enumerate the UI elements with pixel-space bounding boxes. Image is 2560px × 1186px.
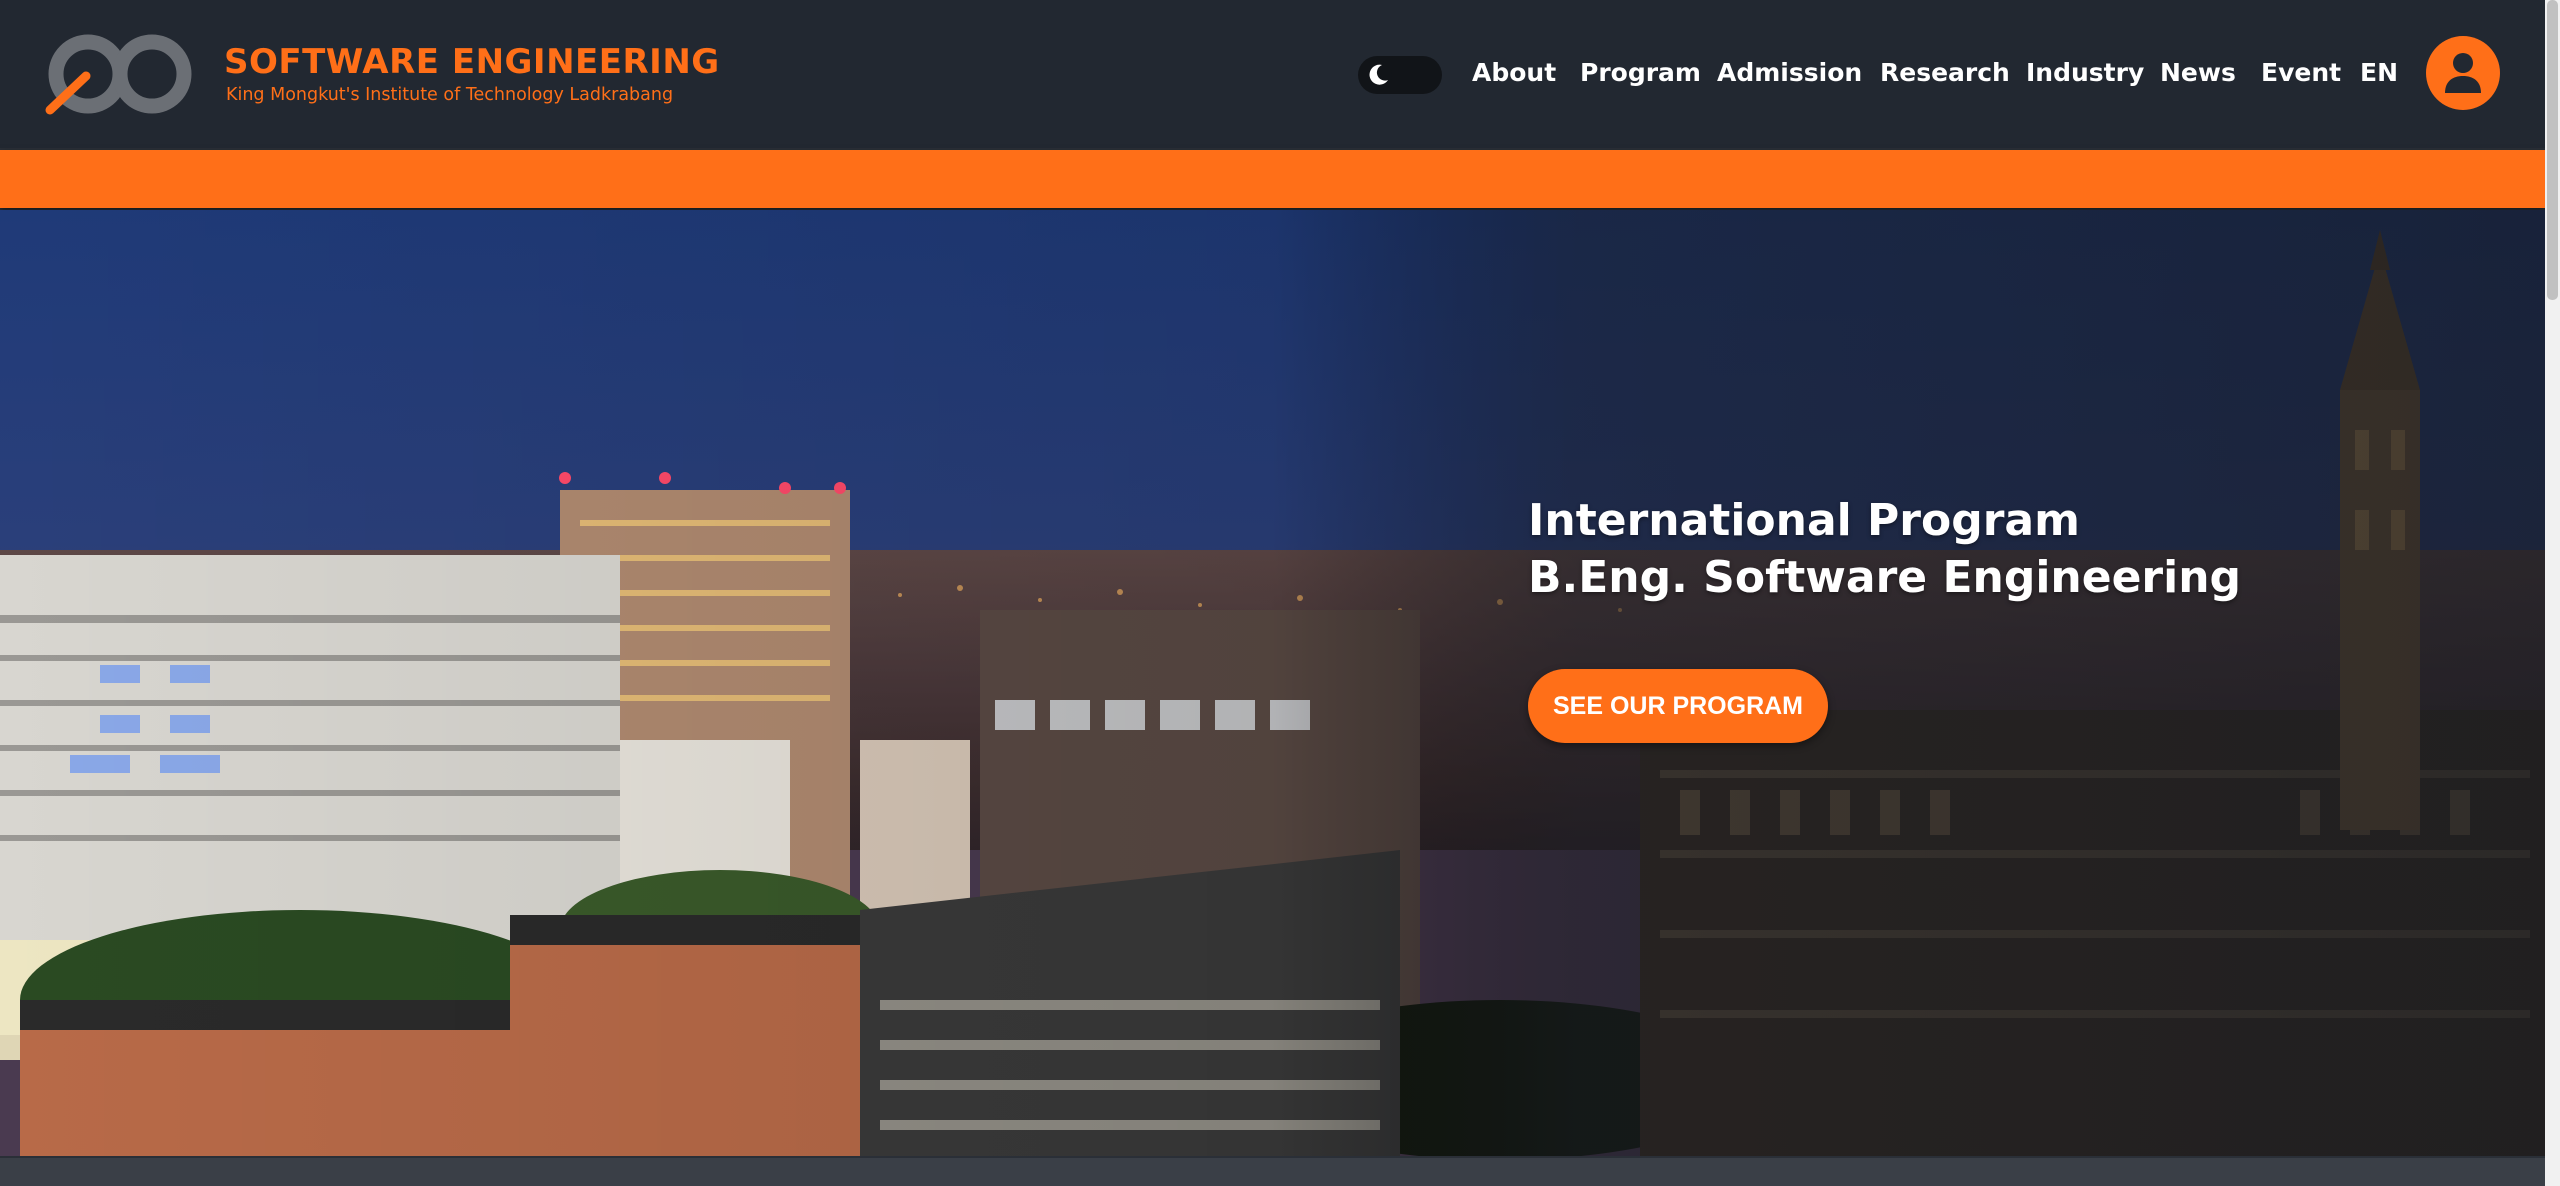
page-scrollbar[interactable] <box>2545 0 2560 1186</box>
moon-icon <box>1369 64 1388 85</box>
user-account-button[interactable] <box>2426 36 2500 110</box>
next-section-edge <box>0 1158 2545 1186</box>
brand-subtitle: King Mongkut's Institute of Technology L… <box>226 85 674 105</box>
language-selector[interactable]: EN <box>2360 58 2398 87</box>
theme-toggle[interactable] <box>1358 56 1442 94</box>
hero-heading-line2: B.Eng. Software Engineering <box>1528 552 2242 603</box>
campus-night-photo <box>0 210 2545 1156</box>
see-our-program-button[interactable]: SEE OUR PROGRAM <box>1528 669 1828 743</box>
nav-admission[interactable]: Admission <box>1717 58 1862 87</box>
site-header: SOFTWARE ENGINEERING King Mongkut's Inst… <box>0 0 2545 148</box>
scrollbar-thumb[interactable] <box>2547 0 2558 300</box>
nav-industry[interactable]: Industry <box>2026 58 2144 87</box>
nav-event[interactable]: Event <box>2261 58 2341 87</box>
nav-research[interactable]: Research <box>1880 58 2010 87</box>
brand-title[interactable]: SOFTWARE ENGINEERING <box>224 42 720 82</box>
hero-section: International Program B.Eng. Software En… <box>0 210 2545 1156</box>
hero-heading-line1: International Program <box>1528 495 2080 546</box>
nav-news[interactable]: News <box>2160 58 2236 87</box>
announcement-banner <box>0 150 2545 208</box>
nav-program[interactable]: Program <box>1580 58 1701 87</box>
user-icon <box>2445 53 2481 93</box>
nav-about[interactable]: About <box>1472 58 1556 87</box>
infinity-logo-icon[interactable] <box>40 28 200 120</box>
